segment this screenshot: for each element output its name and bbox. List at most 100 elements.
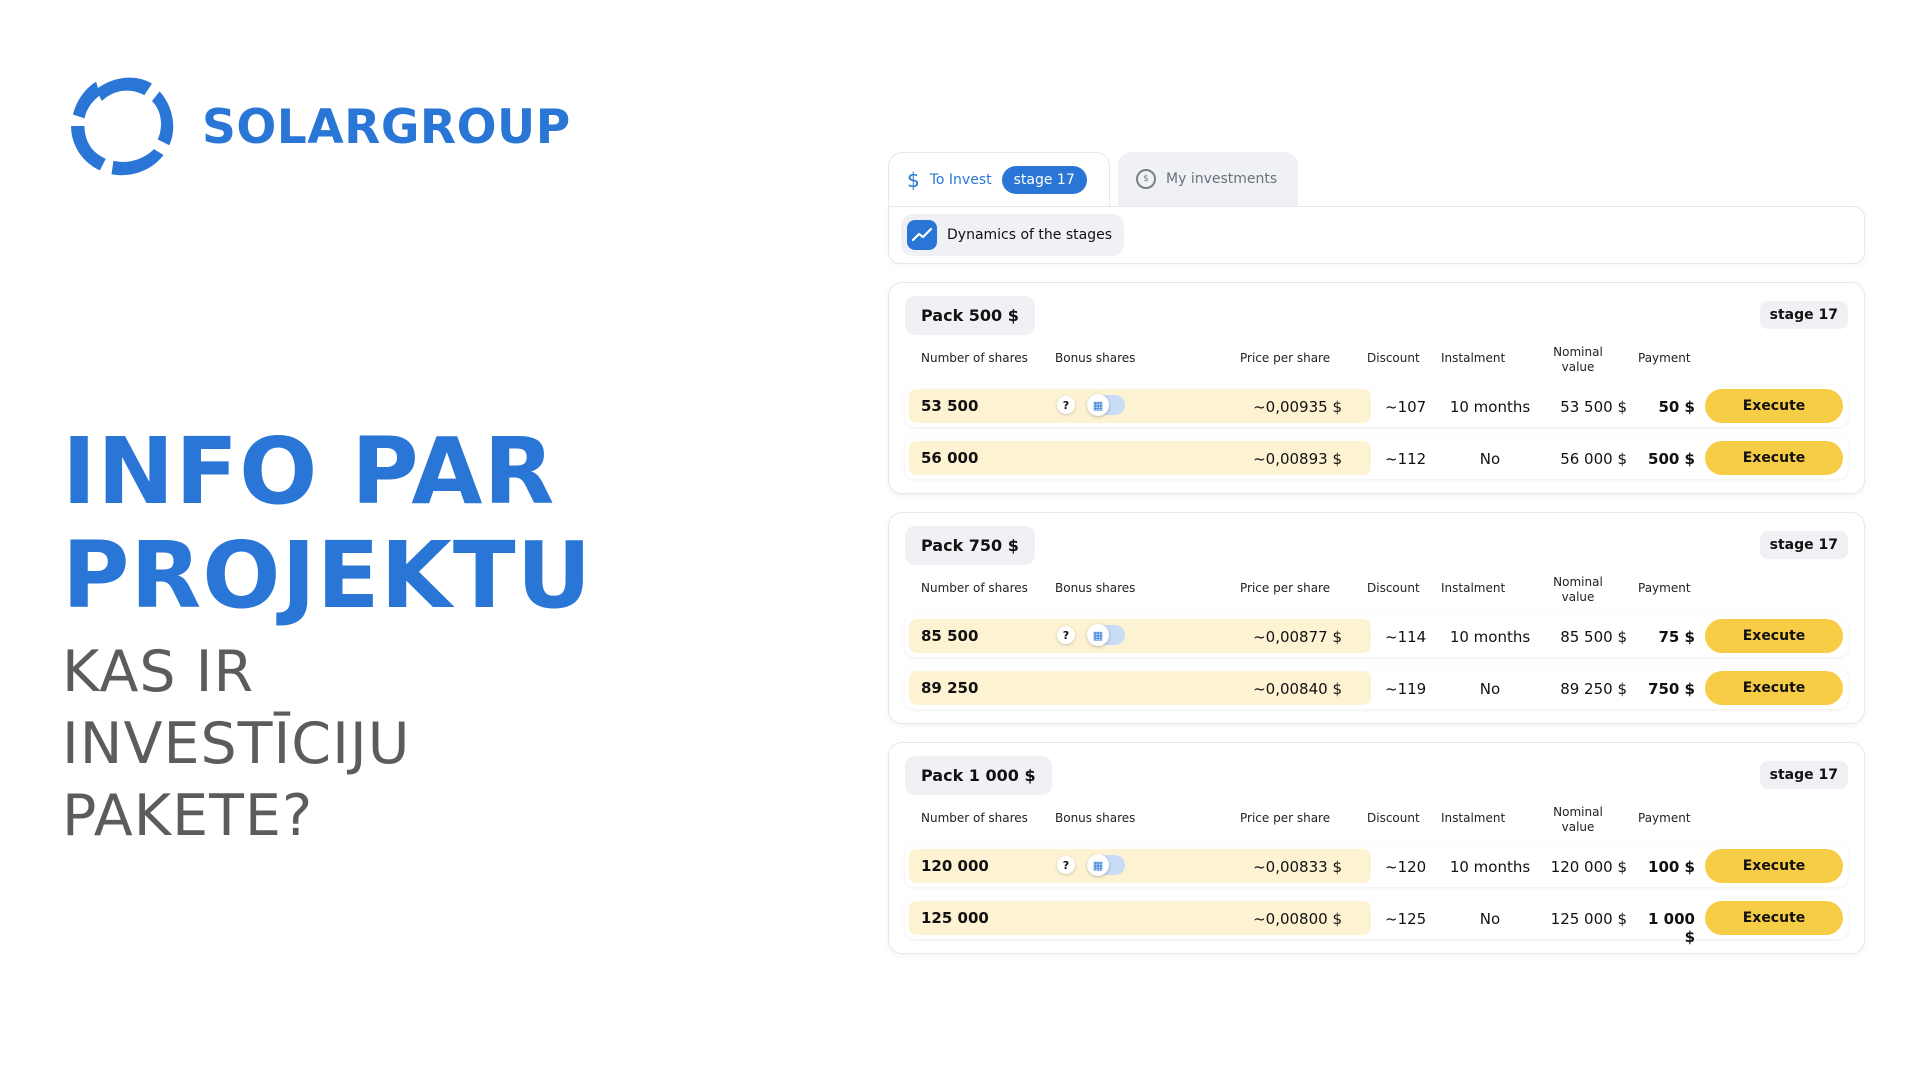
col-discount: Discount (1367, 811, 1420, 825)
nominal-value: 56 000 $ (1560, 450, 1627, 468)
price-value: ~0,00840 $ (1253, 680, 1342, 698)
shares-value: 56 000 (921, 449, 979, 467)
tab-my-investments[interactable]: $ My investments (1118, 152, 1298, 206)
hero-subtitle-line: KAS IR (62, 639, 255, 705)
col-instalment: Instalment (1441, 811, 1506, 825)
instalment-value: No (1479, 680, 1501, 698)
packs-list: Pack 500 $ stage 17 Number of shares Bon… (888, 282, 1865, 954)
price-value: ~0,00877 $ (1253, 628, 1342, 646)
instalment-value: 10 months (1449, 398, 1531, 416)
price-value: ~0,00935 $ (1253, 398, 1342, 416)
col-nominal: Nominal value (1548, 805, 1608, 835)
execute-button[interactable]: Execute (1705, 849, 1843, 883)
payment-value: 500 $ (1648, 450, 1695, 468)
bonus-toggle[interactable]: ▦ (1087, 854, 1125, 876)
pack-title: Pack 750 $ (905, 525, 1035, 565)
col-payment: Payment (1638, 811, 1691, 825)
table-header: Number of shares Bonus shares Price per … (905, 565, 1848, 615)
col-nominal-line: Nominal (1553, 805, 1603, 819)
execute-button[interactable]: Execute (1705, 671, 1843, 705)
help-icon[interactable]: ? (1057, 856, 1075, 874)
pack-card: Pack 1 000 $ stage 17 Number of shares B… (888, 742, 1865, 954)
col-price: Price per share (1240, 351, 1331, 365)
execute-button[interactable]: Execute (1705, 619, 1843, 653)
bonus-toggle[interactable]: ▦ (1087, 394, 1125, 416)
execute-button[interactable]: Execute (1705, 901, 1843, 935)
instalment-value: 10 months (1449, 858, 1531, 876)
shares-value: 120 000 (921, 857, 989, 875)
col-nominal-line: value (1561, 590, 1595, 604)
payment-value: 750 $ (1648, 680, 1695, 698)
payment-value: 100 $ (1648, 858, 1695, 876)
instalment-value: No (1479, 910, 1501, 928)
coin-icon: $ (1136, 169, 1156, 189)
help-icon[interactable]: ? (1057, 626, 1075, 644)
col-price: Price per share (1240, 581, 1331, 595)
payment-value: 75 $ (1658, 628, 1695, 646)
execute-button[interactable]: Execute (1705, 389, 1843, 423)
pack-header: Pack 750 $ stage 17 (905, 525, 1848, 565)
table-header: Number of shares Bonus shares Price per … (905, 335, 1848, 385)
nominal-value: 120 000 $ (1550, 858, 1627, 876)
hero-subtitle-line: INVESTĪCIJU (62, 711, 411, 777)
pack-header: Pack 1 000 $ stage 17 (905, 755, 1848, 795)
dynamics-button[interactable]: Dynamics of the stages (901, 214, 1125, 256)
col-instalment: Instalment (1441, 581, 1506, 595)
pack-title: Pack 500 $ (905, 295, 1035, 335)
col-bonus: Bonus shares (1055, 811, 1136, 825)
nominal-value: 53 500 $ (1560, 398, 1627, 416)
instalment-value: 10 months (1449, 628, 1531, 646)
table-row: 125 000 ~0,00800 $ ~125 No 125 000 $ 1 0… (905, 897, 1848, 946)
pack-header: Pack 500 $ stage 17 (905, 295, 1848, 335)
discount-value: ~119 (1385, 680, 1427, 698)
pack-stage-badge: stage 17 (1759, 301, 1848, 329)
execute-button[interactable]: Execute (1705, 441, 1843, 475)
pack-rows: 120 000 ? ▦ ~0,00833 $ ~120 10 months 12… (905, 845, 1848, 946)
trend-chart-icon (907, 220, 937, 250)
gift-icon: ▦ (1087, 394, 1109, 416)
table-row: 120 000 ? ▦ ~0,00833 $ ~120 10 months 12… (905, 845, 1848, 887)
investment-panel: $ To Invest stage 17 $ My investments Dy… (888, 152, 1865, 954)
tab-to-invest-label: To Invest (929, 171, 992, 188)
pack-rows: 85 500 ? ▦ ~0,00877 $ ~114 10 months 85 … (905, 615, 1848, 709)
col-nominal-line: Nominal (1553, 575, 1603, 589)
pack-stage-badge: stage 17 (1759, 761, 1848, 789)
shares-value: 125 000 (921, 909, 989, 927)
bonus-toggle[interactable]: ▦ (1087, 624, 1125, 646)
col-nominal: Nominal value (1548, 575, 1608, 605)
help-icon[interactable]: ? (1057, 396, 1075, 414)
col-bonus: Bonus shares (1055, 581, 1136, 595)
discount-value: ~120 (1385, 858, 1427, 876)
tab-to-invest[interactable]: $ To Invest stage 17 (888, 152, 1110, 206)
dynamics-label: Dynamics of the stages (947, 227, 1113, 243)
col-payment: Payment (1638, 351, 1691, 365)
dollar-icon: $ (907, 167, 920, 192)
discount-value: ~107 (1385, 398, 1427, 416)
pack-stage-badge: stage 17 (1759, 531, 1848, 559)
discount-value: ~125 (1385, 910, 1427, 928)
pack-rows: 53 500 ? ▦ ~0,00935 $ ~107 10 months 53 … (905, 385, 1848, 479)
col-nominal-line: value (1561, 360, 1595, 374)
discount-value: ~114 (1385, 628, 1427, 646)
table-row: 56 000 ~0,00893 $ ~112 No 56 000 $ 500 $… (905, 437, 1848, 479)
gift-icon: ▦ (1087, 854, 1109, 876)
pack-card: Pack 750 $ stage 17 Number of shares Bon… (888, 512, 1865, 724)
col-price: Price per share (1240, 811, 1331, 825)
price-value: ~0,00893 $ (1253, 450, 1342, 468)
nominal-value: 89 250 $ (1560, 680, 1627, 698)
payment-value: 1 000 $ (1648, 910, 1695, 946)
pack-card: Pack 500 $ stage 17 Number of shares Bon… (888, 282, 1865, 494)
solar-logo-icon (71, 77, 174, 176)
hero-title-line: INFO PAR (62, 418, 556, 525)
col-discount: Discount (1367, 581, 1420, 595)
pack-title: Pack 1 000 $ (905, 755, 1052, 795)
col-shares: Number of shares (921, 811, 1028, 825)
col-nominal-line: Nominal (1553, 345, 1603, 359)
brand-name: SOLARGROUP (202, 99, 571, 155)
bonus-shares-control: ? ▦ (1057, 624, 1125, 646)
col-shares: Number of shares (921, 581, 1028, 595)
stage-badge: stage 17 (1001, 165, 1087, 194)
shares-value: 89 250 (921, 679, 979, 697)
hero-title-line: PROJEKTU (62, 522, 593, 629)
dynamics-bar: Dynamics of the stages (888, 206, 1865, 264)
